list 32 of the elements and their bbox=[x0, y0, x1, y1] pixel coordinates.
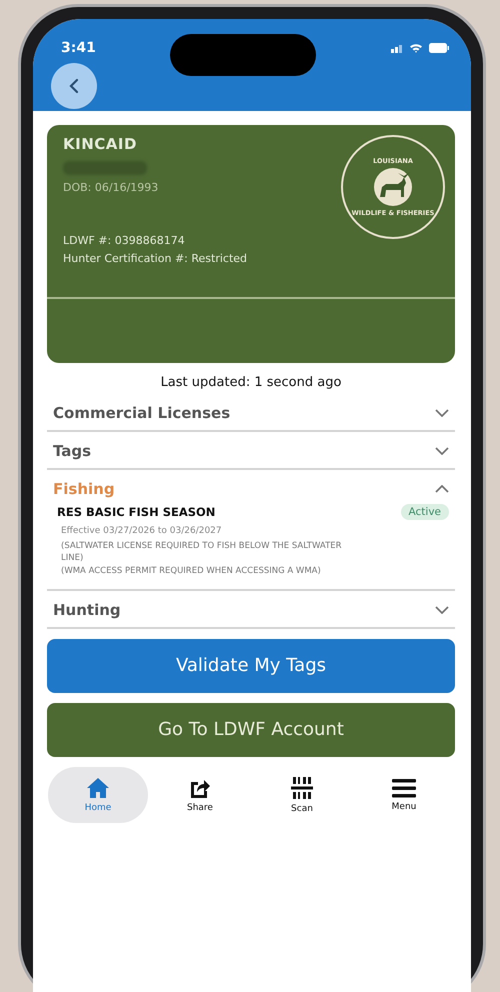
chevron-down-icon bbox=[435, 447, 449, 455]
validate-tags-button[interactable]: Validate My Tags bbox=[47, 638, 455, 693]
nav-tab[interactable]: Menu bbox=[354, 766, 454, 823]
chevron-down-icon bbox=[435, 409, 449, 417]
nav-tab[interactable]: Scan bbox=[252, 766, 352, 823]
last-updated-text: Last updated: 1 second ago bbox=[160, 375, 342, 390]
status-time: 3:41 bbox=[61, 40, 96, 56]
status-badge: Active bbox=[400, 504, 449, 520]
barcode-icon bbox=[291, 776, 313, 800]
license-name: RES BASIC FISH SEASON bbox=[57, 505, 216, 519]
section-header[interactable]: Hunting bbox=[53, 600, 449, 619]
license-note: (SALTWATER LICENSE REQUIRED TO FISH BELOW THE SALTWATER LINE) bbox=[61, 540, 343, 565]
home-icon bbox=[86, 776, 110, 799]
chevron-left-icon bbox=[69, 78, 79, 94]
chevron-up-icon bbox=[435, 485, 449, 493]
chevron-down-icon bbox=[435, 606, 449, 614]
date-of-birth: DOB: 06/16/1993 bbox=[63, 181, 160, 194]
surname: KINCAID bbox=[63, 135, 138, 153]
battery-icon bbox=[428, 43, 449, 53]
wifi-icon bbox=[408, 43, 423, 53]
back-button[interactable] bbox=[51, 63, 97, 109]
license-note: (WMA ACCESS PERMIT REQUIRED WHEN ACCESSING A WMA) bbox=[61, 564, 322, 577]
effective-dates: Effective 03/27/2026 to 03/26/2027 bbox=[61, 526, 223, 536]
menu-icon bbox=[392, 778, 416, 798]
signal-icon bbox=[390, 44, 403, 52]
nav-tab[interactable]: Share bbox=[150, 766, 250, 823]
section-header[interactable]: Commercial Licenses bbox=[53, 404, 449, 422]
hunter-certification: Hunter Certification #: Restricted bbox=[63, 252, 248, 265]
section-header[interactable]: Tags bbox=[53, 442, 449, 460]
ldwf-number: LDWF #: 0398868174 bbox=[63, 234, 186, 247]
account-button[interactable]: Go To LDWF Account bbox=[47, 702, 455, 757]
nav-tab[interactable]: Home bbox=[48, 766, 148, 823]
